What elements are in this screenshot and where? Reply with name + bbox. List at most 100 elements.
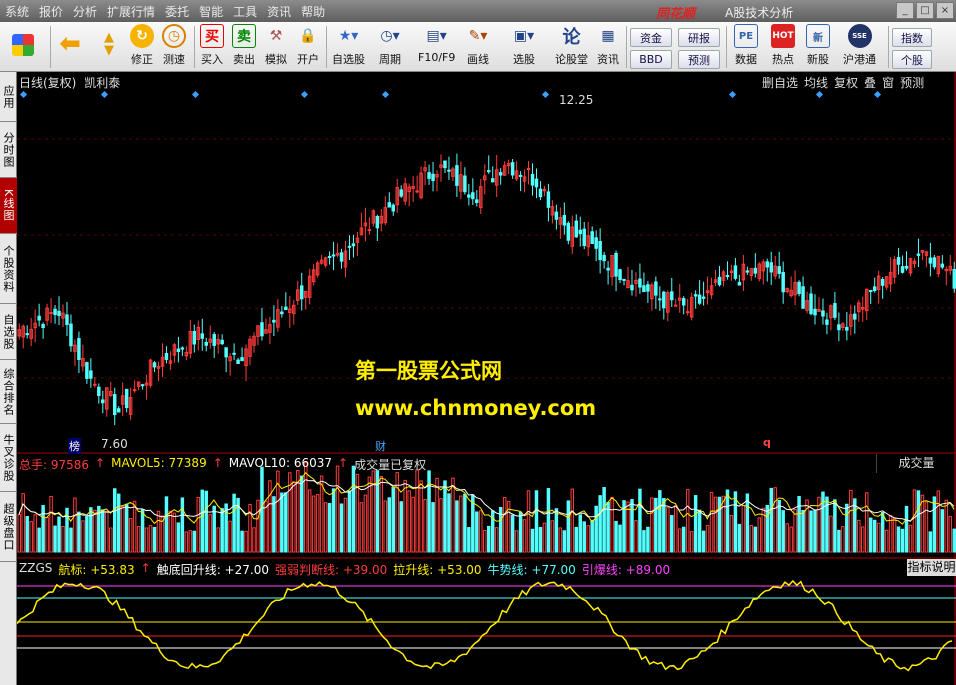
menu-quote[interactable]: 报价	[34, 3, 68, 20]
candle-body	[192, 330, 197, 345]
ma-button[interactable]: 均线	[803, 74, 829, 91]
buy-button[interactable]: 买 买入	[200, 24, 224, 67]
volume-bar	[244, 530, 248, 553]
candle-body	[916, 253, 921, 256]
index-button[interactable]: 指数	[892, 28, 932, 47]
tab-apps[interactable]: 应用	[0, 72, 17, 122]
overlay-button[interactable]: 叠	[863, 74, 877, 91]
open-account-button[interactable]: 🔒 开户	[296, 24, 320, 67]
close-icon[interactable]: ×	[936, 2, 954, 19]
menu-extended-quote[interactable]: 扩展行情	[102, 3, 160, 20]
volume-bar	[196, 497, 201, 553]
draw-button[interactable]: ✎▾ 画线	[466, 24, 490, 67]
tab-intraday[interactable]: 分时图	[0, 122, 17, 178]
volume-bar	[212, 505, 216, 553]
menu-news[interactable]: 资讯	[262, 3, 296, 20]
indicator-name[interactable]: ZZGS	[19, 561, 52, 578]
funds-button[interactable]: 资金	[630, 28, 672, 47]
stock-pick-button[interactable]: ▣▾ 选股	[512, 24, 536, 67]
volume-bar	[335, 465, 340, 553]
adjust-button[interactable]: 复权	[833, 74, 859, 91]
forum-button[interactable]: 论 论股堂	[555, 24, 588, 67]
f10-icon: ▤▾	[426, 28, 447, 44]
forecast-toggle-button[interactable]: 预测	[899, 74, 925, 91]
volume-bar	[343, 497, 348, 553]
hot-button[interactable]: HOT 热点	[771, 24, 795, 67]
arrow-left-icon: ⬅	[59, 29, 81, 59]
minimize-icon[interactable]: _	[896, 2, 914, 19]
tab-kline[interactable]: K线图	[0, 178, 17, 234]
candle-body	[717, 276, 722, 286]
news-button[interactable]: ▦ 资讯	[596, 24, 620, 67]
volume-indicator-button[interactable]: 成交量	[876, 454, 956, 473]
period-label[interactable]: 日线(复权)	[19, 76, 76, 90]
window-controls: _ □ ×	[896, 2, 954, 19]
window-button[interactable]: 窗	[881, 74, 895, 91]
volume-bar	[530, 528, 535, 553]
hk-connect-button[interactable]: SSE 沪港通	[843, 24, 876, 67]
marker-bang[interactable]: 榜	[68, 438, 81, 454]
volume-bar	[773, 487, 777, 553]
tab-super-panel[interactable]: 超级盘口	[0, 492, 17, 562]
chart-area[interactable]: 日线(复权) 凯利泰 删自选 均线 复权 叠 窗 预测 12.25 7.60 榜…	[17, 72, 956, 685]
watchlist-button[interactable]: ★▾ 自选股	[332, 24, 365, 67]
candle-body	[69, 323, 73, 347]
tab-diagnosis[interactable]: 牛叉诊股	[0, 424, 17, 492]
candle-body	[427, 172, 431, 179]
sell-button[interactable]: 卖 卖出	[232, 24, 256, 67]
marker-q[interactable]: q	[763, 436, 771, 449]
candle-body	[670, 291, 674, 301]
data-button[interactable]: PE 数据	[734, 24, 758, 67]
volume-bar	[733, 491, 738, 553]
volume-bar	[546, 488, 551, 553]
candle-body	[900, 266, 905, 273]
f10-button[interactable]: ▤▾ F10/F9	[418, 24, 455, 64]
menu-help[interactable]: 帮助	[296, 3, 330, 20]
tab-stock-info[interactable]: 个股资料	[0, 234, 17, 304]
volume-bar	[948, 516, 953, 553]
remove-watchlist-button[interactable]: 删自选	[761, 74, 799, 91]
volume-bar	[459, 495, 463, 553]
simulate-button[interactable]: ⚒ 模拟	[264, 24, 288, 67]
volume-bar	[598, 495, 602, 553]
marker-cai[interactable]: 财	[375, 438, 386, 454]
tab-ranking[interactable]: 综合排名	[0, 360, 17, 424]
period-button[interactable]: ◷▾ 周期	[378, 24, 402, 67]
candle-body	[534, 178, 539, 188]
volume-bar	[280, 492, 284, 553]
indicator-help-button[interactable]: 指标说明	[907, 559, 956, 576]
volume-bar	[256, 499, 260, 553]
fix-button[interactable]: ↻ 修正	[130, 24, 154, 67]
candle-body	[642, 285, 646, 293]
volume-bar	[582, 521, 586, 553]
candle-body	[837, 324, 841, 331]
bbd-button[interactable]: BBD	[630, 50, 672, 69]
volume-bar	[475, 511, 479, 553]
menu-smart[interactable]: 智能	[194, 3, 228, 20]
candle-body	[487, 170, 491, 173]
volume-bar	[37, 527, 41, 553]
candle-body	[618, 269, 622, 281]
research-button[interactable]: 研报	[678, 28, 720, 47]
new-stock-button[interactable]: 新 新股	[806, 24, 830, 67]
individual-button[interactable]: 个股	[892, 50, 932, 69]
up-down-button[interactable]: ▲ ▼	[97, 24, 121, 64]
forecast-button[interactable]: 预测	[678, 50, 720, 69]
speed-button[interactable]: ◷ 测速	[162, 24, 186, 67]
volume-bar	[81, 520, 85, 553]
home-button[interactable]	[12, 24, 34, 56]
menu-tools[interactable]: 工具	[228, 3, 262, 20]
volume-bar	[646, 526, 650, 553]
volume-bar	[49, 495, 53, 553]
maximize-icon[interactable]: □	[916, 2, 934, 19]
volume-bar	[387, 497, 392, 553]
back-button[interactable]: ⬅	[58, 24, 82, 59]
menu-analysis[interactable]: 分析	[68, 3, 102, 20]
candle-body	[240, 357, 244, 362]
pe-icon: PE	[734, 24, 758, 48]
menu-order[interactable]: 委托	[160, 3, 194, 20]
tab-watchlist[interactable]: 自选股	[0, 304, 17, 360]
volume-bar	[391, 487, 395, 553]
volume-bar	[483, 529, 487, 553]
menu-system[interactable]: 系统	[0, 3, 34, 20]
